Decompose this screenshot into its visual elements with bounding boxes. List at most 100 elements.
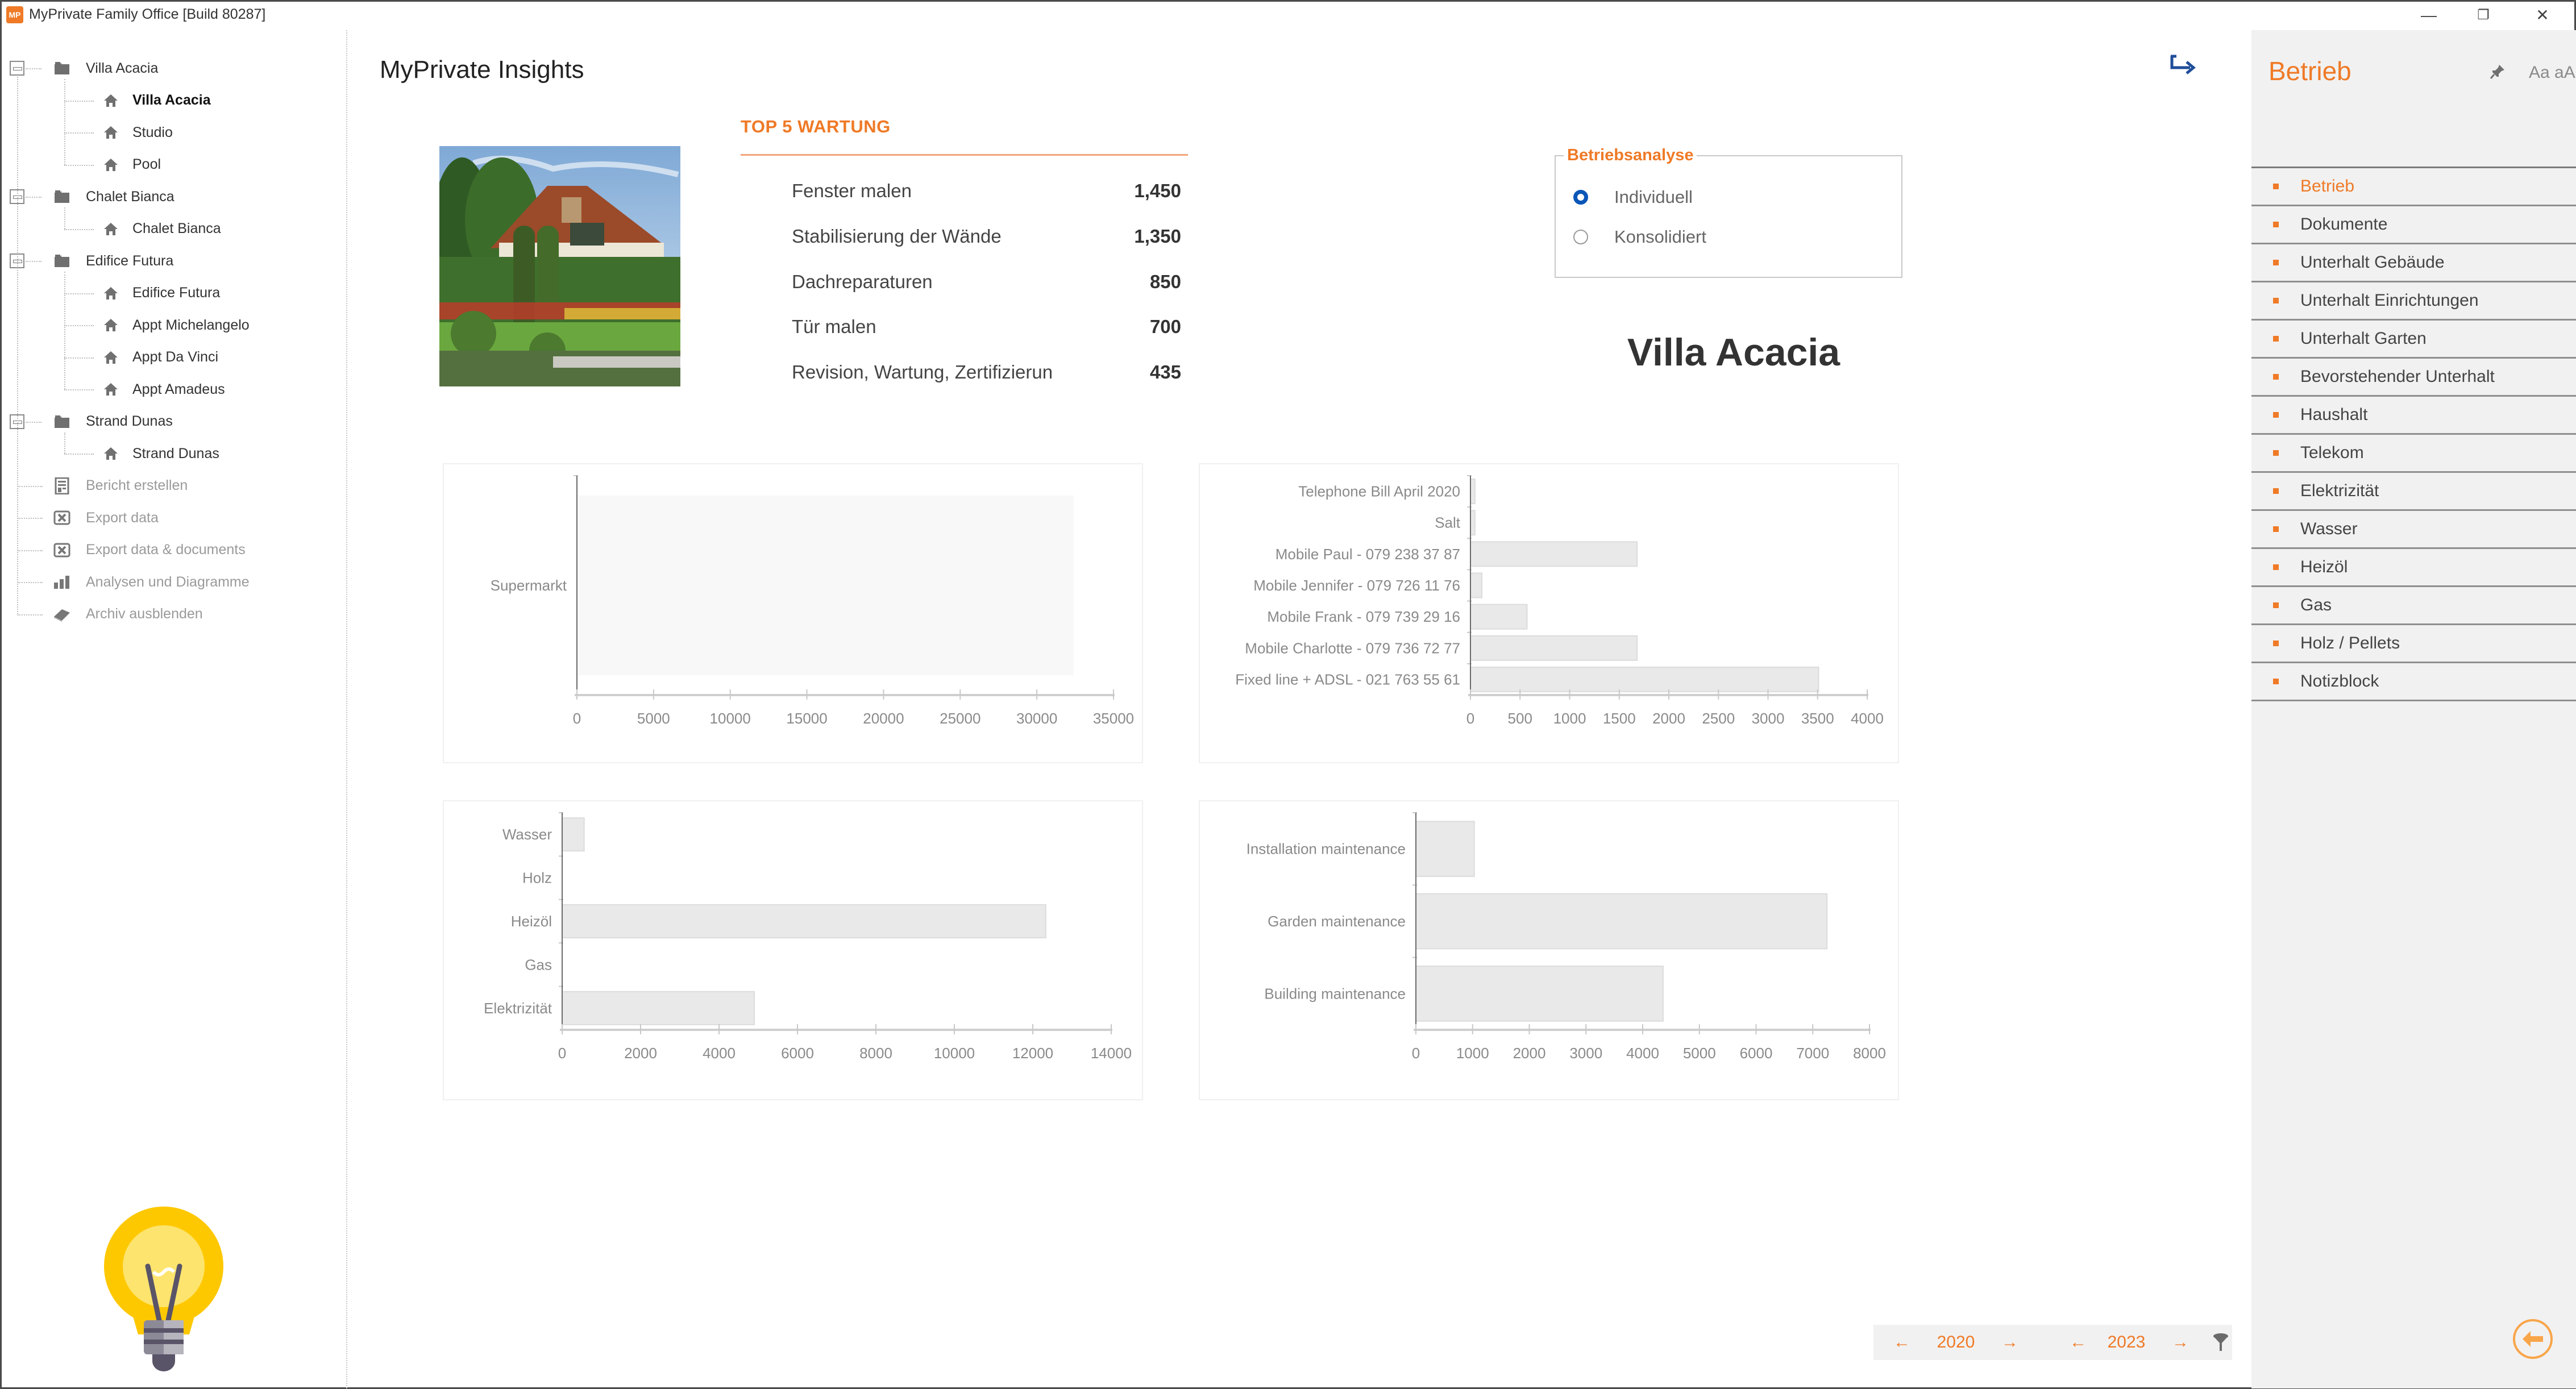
radio-label: Konsolidiert [1614, 227, 1706, 247]
property-photo [439, 146, 680, 386]
close-button[interactable]: ✕ [2525, 4, 2560, 27]
bar-1[interactable] [1470, 510, 1476, 536]
restore-button[interactable]: ❐ [2466, 4, 2500, 27]
panel-item-3[interactable]: Unterhalt Einrichtungen [2251, 282, 2576, 321]
tree-group-1[interactable]: Chalet Bianca [53, 182, 174, 211]
filter-funnel-icon[interactable] [2212, 1333, 2229, 1352]
bar-4[interactable] [1470, 604, 1528, 630]
panel-item-13[interactable]: Notizblock [2251, 663, 2576, 701]
chart-svg: Telephone Bill April 2020 Salt Mobile Paul… [1235, 475, 1884, 727]
panel-item-7[interactable]: Telekom [2251, 435, 2576, 473]
tree-group-3[interactable]: Strand Dunas [53, 407, 173, 436]
x-tick-label: 12000 [1012, 1045, 1053, 1062]
lightbulb-icon[interactable] [98, 1207, 229, 1377]
x-tick-label: 2500 [1702, 710, 1735, 727]
x-tick-label: 3000 [1752, 710, 1785, 727]
panel-item-6[interactable]: Haushalt [2251, 397, 2576, 435]
panel-item-label: Unterhalt Garten [2300, 329, 2427, 348]
bar-3[interactable] [1470, 572, 1483, 598]
from-year-next-button[interactable]: → [1981, 1333, 2038, 1352]
top5-row: Stabilisierung der Wände 1,350 [792, 222, 1181, 251]
tree-item-1-0[interactable]: Chalet Bianca [102, 215, 221, 243]
panel-item-4[interactable]: Unterhalt Garten [2251, 321, 2576, 359]
x-tick-label: 5000 [637, 710, 670, 727]
panel-item-label: Bevorstehender Unterhalt [2300, 367, 2495, 386]
x-tick-label: 30000 [1016, 710, 1057, 727]
tree-item-3-0[interactable]: Strand Dunas [102, 439, 219, 468]
radio-unchecked-icon[interactable] [1573, 230, 1588, 244]
panel-item-label: Wasser [2300, 519, 2358, 538]
tree-item-2-3[interactable]: Appt Amadeus [102, 375, 225, 404]
bar-0[interactable] [577, 495, 1074, 676]
panel-item-1[interactable]: Dokumente [2251, 206, 2576, 244]
tree-group-label: Villa Acacia [86, 60, 159, 76]
minimize-button[interactable]: — [2412, 4, 2446, 27]
panel-item-8[interactable]: Elektrizität [2251, 473, 2576, 511]
x-tick-label: 2000 [1652, 710, 1685, 727]
tree-group-2[interactable]: Edifice Futura [53, 247, 173, 275]
collapse-toggle[interactable] [10, 61, 24, 76]
radio-individuell[interactable]: Individuell [1573, 187, 1693, 207]
tree-action-1[interactable]: Export data [53, 504, 159, 532]
panel-item-12[interactable]: Holz / Pellets [2251, 625, 2576, 663]
bullet-icon [2273, 336, 2279, 342]
expand-arrow-icon[interactable] [2167, 52, 2198, 80]
bar-0[interactable] [1470, 479, 1476, 505]
tree-item-0-1[interactable]: Studio [102, 118, 173, 147]
bar-2[interactable] [1415, 965, 1664, 1022]
tree-item-2-2[interactable]: Appt Da Vinci [102, 343, 218, 372]
tree-action-4[interactable]: Archiv ausblenden [53, 600, 203, 629]
tree-group-0[interactable]: Villa Acacia [53, 54, 158, 82]
to-year-prev-button[interactable]: ← [2055, 1333, 2101, 1352]
radio-konsolidiert[interactable]: Konsolidiert [1573, 227, 1706, 247]
panel-item-5[interactable]: Bevorstehender Unterhalt [2251, 359, 2576, 397]
from-year-value: 2020 [1937, 1333, 1975, 1351]
panel-item-10[interactable]: Heizöl [2251, 549, 2576, 587]
back-arrow-circle-icon[interactable] [2512, 1319, 2553, 1359]
top5-item-name: Dachreparaturen [792, 271, 933, 292]
bullet-icon [2273, 412, 2279, 418]
top5-row: Tür malen 700 [792, 313, 1181, 341]
bar-2[interactable] [1470, 541, 1638, 567]
tree-item-2-0[interactable]: Edifice Futura [102, 279, 220, 307]
tree-action-0[interactable]: Bericht erstellen [53, 472, 188, 500]
panel-item-label: Haushalt [2300, 405, 2368, 424]
to-year-next-button[interactable]: → [2152, 1333, 2209, 1352]
radio-checked-icon[interactable] [1573, 190, 1588, 205]
archive-book-icon [53, 605, 71, 623]
x-tick-label: 15000 [786, 710, 827, 727]
bar-chart-icon [53, 573, 71, 591]
panel-item-2[interactable]: Unterhalt Gebäude [2251, 244, 2576, 282]
x-tick-label: 20000 [863, 710, 904, 727]
tree-group-label: Edifice Futura [86, 252, 174, 269]
folder-icon [53, 413, 71, 431]
panel-title: Betrieb [2268, 56, 2351, 86]
tree-item-0-0[interactable]: Villa Acacia [102, 86, 211, 115]
pin-icon[interactable] [2489, 63, 2506, 80]
bar-0[interactable] [1415, 821, 1475, 878]
bullet-icon [2273, 641, 2279, 646]
bar-6[interactable] [1470, 666, 1819, 692]
tree-action-2[interactable]: Export data & documents [53, 536, 246, 564]
house-icon [102, 220, 120, 238]
from-year-prev-button[interactable]: ← [1873, 1333, 1930, 1352]
bar-2[interactable] [562, 904, 1046, 939]
tree-action-label: Bericht erstellen [86, 477, 188, 493]
top5-item-value: 700 [1149, 316, 1181, 337]
panel-item-0[interactable]: Betrieb [2251, 168, 2576, 206]
top5-item-value: 1,450 [1134, 180, 1181, 201]
bar-4[interactable] [562, 991, 755, 1025]
x-tick-label: 0 [558, 1045, 566, 1062]
panel-item-9[interactable]: Wasser [2251, 511, 2576, 549]
bar-5[interactable] [1470, 635, 1638, 661]
bar-1[interactable] [1415, 893, 1828, 950]
house-icon [102, 444, 120, 463]
bar-0[interactable] [562, 817, 585, 852]
font-size-toggle[interactable]: Aa aA [2529, 63, 2575, 82]
top5-item-value: 850 [1149, 271, 1181, 292]
tree-item-2-1[interactable]: Appt Michelangelo [102, 311, 250, 339]
panel-item-11[interactable]: Gas [2251, 587, 2576, 625]
tree-item-0-2[interactable]: Pool [102, 151, 161, 179]
to-year-value: 2023 [2107, 1333, 2146, 1351]
tree-action-3[interactable]: Analysen und Diagramme [53, 568, 250, 596]
